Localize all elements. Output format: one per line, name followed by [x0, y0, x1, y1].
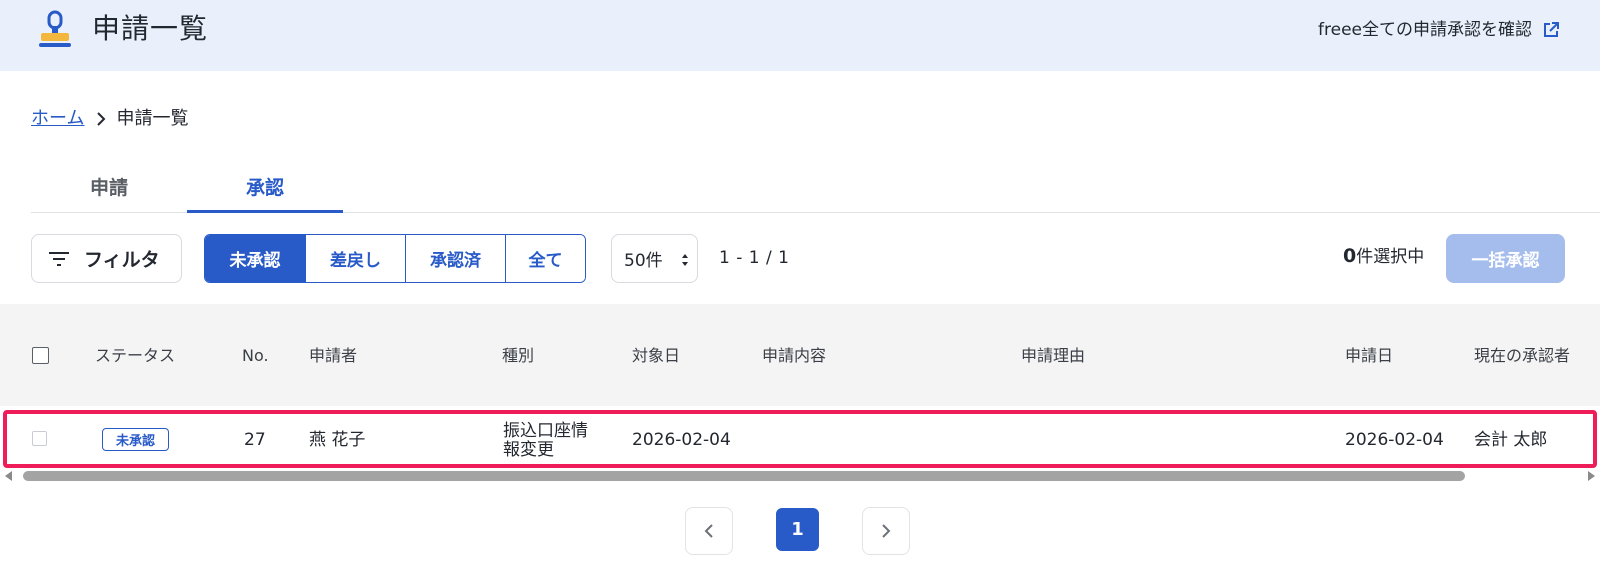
scroll-right-arrow-icon[interactable] — [1588, 471, 1595, 481]
status-filter-approved[interactable]: 承認済 — [405, 235, 505, 282]
per-page-select[interactable]: 50件 — [611, 234, 698, 283]
pagination-current-page[interactable]: 1 — [776, 508, 819, 551]
column-current-approver: 現在の承認者 — [1474, 346, 1571, 365]
row-type-line2: 報変更 — [503, 440, 554, 460]
row-no: 27 — [244, 430, 266, 450]
selected-count-number: 0 — [1343, 245, 1357, 267]
page-title: 申請一覧 — [92, 12, 209, 45]
row-applied-date: 2026-02-04 — [1345, 430, 1444, 450]
per-page-value: 50件 — [624, 251, 663, 271]
column-reason: 申請理由 — [1021, 346, 1086, 365]
scroll-left-arrow-icon[interactable] — [5, 471, 12, 481]
column-content: 申請内容 — [762, 346, 827, 365]
status-filter-group: 未承認 差戻し 承認済 全て — [204, 234, 586, 283]
result-range: 1 - 1 / 1 — [719, 248, 790, 268]
column-no: No. — [242, 346, 269, 365]
chevron-right-icon — [882, 524, 891, 538]
select-arrows-icon — [682, 254, 688, 266]
status-filter-all[interactable]: 全て — [505, 235, 585, 282]
filter-icon — [49, 251, 69, 266]
select-all-checkbox[interactable] — [32, 347, 49, 364]
horizontal-scrollbar[interactable] — [0, 469, 1600, 483]
tab-bar: 申請 承認 — [31, 168, 1600, 213]
status-filter-pending[interactable]: 未承認 — [205, 235, 305, 282]
breadcrumb: ホーム 申請一覧 — [31, 107, 188, 131]
tab-applications[interactable]: 申請 — [31, 168, 187, 213]
breadcrumb-home-link[interactable]: ホーム — [31, 107, 84, 131]
column-target-date: 対象日 — [632, 346, 681, 365]
row-target-date: 2026-02-04 — [632, 430, 731, 450]
filter-button[interactable]: フィルタ — [31, 234, 182, 283]
column-applicant: 申請者 — [309, 346, 358, 365]
column-applied-date: 申請日 — [1345, 346, 1394, 365]
freee-all-approvals-link[interactable]: freee全ての申請承認を確認 — [1318, 18, 1560, 42]
pagination-prev-button[interactable] — [685, 507, 733, 555]
row-applicant: 燕 花子 — [309, 430, 366, 450]
status-filter-returned[interactable]: 差戻し — [305, 235, 405, 282]
scrollbar-thumb[interactable] — [23, 471, 1465, 481]
column-status: ステータス — [95, 346, 176, 365]
tab-approvals[interactable]: 承認 — [187, 168, 343, 213]
filter-label: フィルタ — [84, 249, 160, 271]
app-header: 申請一覧 freee全ての申請承認を確認 — [0, 0, 1600, 71]
breadcrumb-current: 申請一覧 — [116, 108, 189, 129]
chevron-right-icon — [97, 112, 106, 126]
external-link-label: freee全ての申請承認を確認 — [1318, 20, 1532, 40]
row-checkbox[interactable] — [32, 431, 47, 446]
selected-count: 0件選択中 — [1343, 244, 1424, 269]
bulk-approve-button[interactable]: 一括承認 — [1446, 234, 1565, 283]
row-current-approver: 会計 太郎 — [1474, 430, 1548, 450]
stamp-icon — [39, 10, 71, 47]
external-link-icon — [1544, 22, 1559, 37]
chevron-left-icon — [704, 524, 713, 538]
status-badge: 未承認 — [102, 428, 169, 451]
pagination-next-button[interactable] — [862, 507, 910, 555]
column-type: 種別 — [502, 346, 535, 365]
selected-count-suffix: 件選択中 — [1356, 247, 1425, 267]
